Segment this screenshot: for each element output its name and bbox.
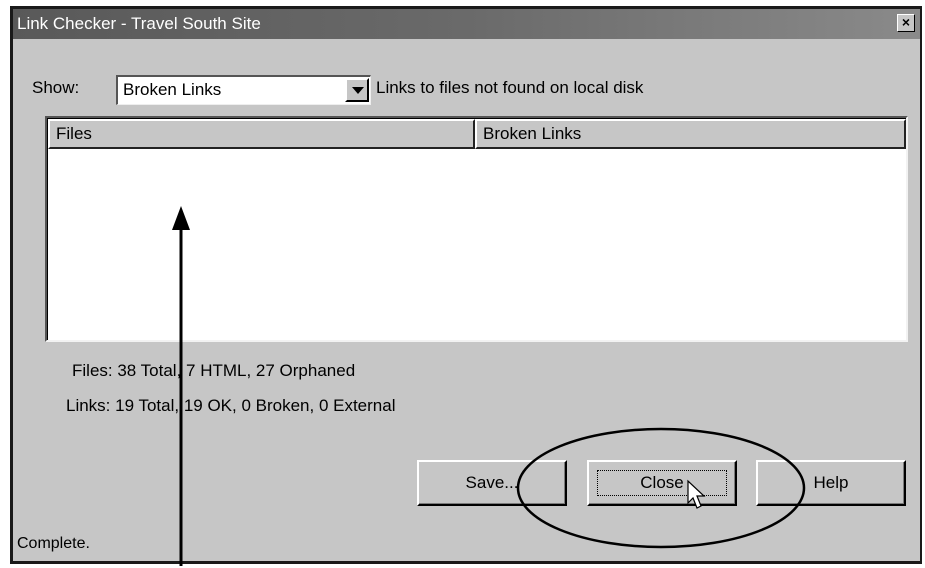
mouse-cursor-icon bbox=[687, 479, 706, 509]
highlight-ellipse bbox=[516, 427, 806, 549]
callout-arrowhead bbox=[172, 206, 190, 230]
annotation-overlay bbox=[172, 206, 806, 566]
